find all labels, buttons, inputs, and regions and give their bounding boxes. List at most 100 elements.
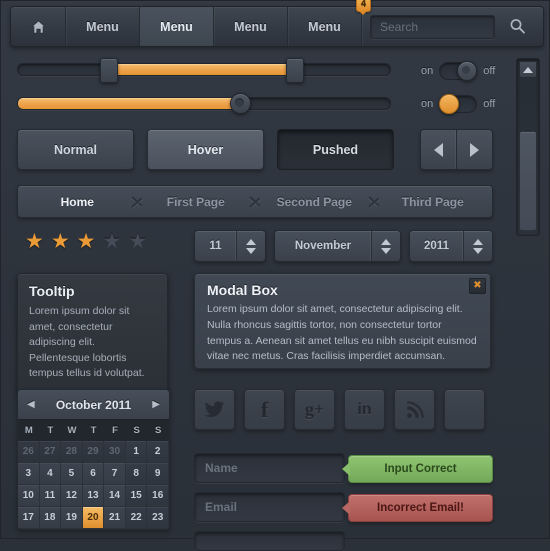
search-button[interactable] (495, 18, 539, 35)
vertical-scrollbar[interactable] (516, 58, 540, 236)
search-input[interactable]: Search (370, 14, 495, 39)
calendar-day[interactable]: 18 (39, 507, 62, 529)
linkedin-button[interactable]: in (344, 389, 385, 430)
toggle-2-knob[interactable] (439, 94, 460, 114)
calendar-day[interactable]: 28 (61, 441, 83, 463)
breadcrumb-item-first-page[interactable]: First Page (137, 186, 256, 217)
hover-button[interactable]: Hover (147, 129, 264, 170)
breadcrumb-item-home[interactable]: Home (18, 186, 137, 217)
nav-menu-3[interactable]: Menu (214, 7, 288, 46)
year-stepper-arrows[interactable] (463, 231, 492, 261)
breadcrumb-third-label: Third Page (401, 194, 464, 209)
nav-menu-1[interactable]: Menu (66, 7, 140, 46)
day-stepper-arrows[interactable] (236, 231, 265, 261)
social-buttons: f g+ in (194, 389, 485, 430)
pushed-button[interactable]: Pushed (277, 129, 394, 170)
triangle-down-icon[interactable] (473, 247, 483, 254)
home-icon (30, 20, 46, 33)
calendar-day[interactable]: 7 (104, 463, 126, 485)
triangle-down-icon[interactable] (381, 247, 391, 254)
calendar-day-selected[interactable]: 20 (82, 507, 105, 529)
calendar-day[interactable]: 17 (18, 507, 40, 529)
star-3[interactable]: ★ (77, 231, 96, 252)
toggle-1-control[interactable] (439, 61, 478, 81)
next-button[interactable] (456, 130, 492, 169)
month-stepper-arrows[interactable] (371, 231, 400, 261)
calendar-day[interactable]: 10 (18, 485, 40, 507)
home-button[interactable] (11, 7, 66, 46)
day-stepper[interactable]: 11 (194, 230, 266, 262)
star-5[interactable]: ★ (128, 231, 147, 252)
star-rating[interactable]: ★ ★ ★ ★ ★ (25, 231, 147, 252)
calendar-day[interactable]: 14 (104, 485, 126, 507)
calendar-day[interactable]: 13 (82, 485, 105, 507)
calendar-day[interactable]: 12 (61, 485, 83, 507)
calendar-day[interactable]: 11 (39, 485, 62, 507)
error-message-label: Incorrect Email! (377, 502, 464, 514)
calendar-day[interactable]: 2 (147, 441, 169, 463)
third-input[interactable] (194, 531, 345, 551)
scrollbar-thumb[interactable] (519, 131, 537, 231)
calendar-day[interactable]: 22 (125, 507, 148, 529)
blank-button[interactable] (444, 389, 485, 430)
modal-body: Lorem ipsum dolor sit amet, consectetur … (207, 303, 477, 363)
nav-menu-4[interactable]: Menu 4 (288, 0, 371, 46)
previous-button[interactable] (421, 130, 456, 169)
calendar-day[interactable]: 29 (82, 441, 105, 463)
scrollbar-up-button[interactable] (519, 61, 537, 78)
rss-button[interactable] (394, 389, 435, 430)
modal-close-button[interactable]: ✖ (469, 278, 486, 294)
year-stepper[interactable]: 2011 (409, 230, 493, 262)
breadcrumb-item-second-page[interactable]: Second Page (255, 186, 374, 217)
triangle-down-icon[interactable] (246, 247, 256, 254)
calendar-prev-button[interactable]: ◀ (27, 399, 35, 410)
star-2[interactable]: ★ (51, 231, 70, 252)
star-1[interactable]: ★ (25, 231, 44, 252)
facebook-button[interactable]: f (244, 389, 285, 430)
month-stepper[interactable]: November (274, 230, 401, 262)
range-slider-handle-start[interactable] (99, 58, 118, 83)
googleplus-button[interactable]: g+ (294, 389, 335, 430)
triangle-up-icon[interactable] (381, 238, 391, 245)
value-slider-handle[interactable] (230, 93, 252, 114)
value-slider-track[interactable] (17, 93, 391, 114)
calendar-day[interactable]: 27 (39, 441, 62, 463)
toggle-switch-1[interactable]: on off (421, 61, 495, 81)
calendar-day[interactable]: 16 (147, 485, 169, 507)
value-slider[interactable] (17, 93, 391, 114)
calendar-day[interactable]: 8 (125, 463, 148, 485)
calendar-day[interactable]: 4 (39, 463, 62, 485)
toggle-switch-2[interactable]: on off (421, 94, 495, 114)
calendar-day[interactable]: 26 (18, 441, 40, 463)
breadcrumb-first-label: First Page (166, 194, 225, 209)
calendar-day[interactable]: 30 (104, 441, 126, 463)
range-slider-handle-end[interactable] (285, 58, 304, 83)
triangle-up-icon[interactable] (246, 238, 256, 245)
calendar-day[interactable]: 5 (61, 463, 83, 485)
star-4[interactable]: ★ (102, 231, 121, 252)
search-icon (510, 19, 525, 34)
email-input[interactable]: Email (194, 492, 345, 522)
calendar-day[interactable]: 3 (18, 463, 40, 485)
toggle-1-knob[interactable] (457, 61, 478, 81)
name-input[interactable]: Name (194, 453, 345, 483)
calendar-day[interactable]: 21 (104, 507, 126, 529)
breadcrumb-item-third-page[interactable]: Third Page (374, 186, 493, 217)
breadcrumb: Home First Page Second Page Third Page (17, 185, 493, 218)
triangle-up-icon[interactable] (473, 238, 483, 245)
calendar-day[interactable]: 6 (82, 463, 105, 485)
arrow-left-icon (434, 142, 443, 157)
normal-button[interactable]: Normal (17, 129, 134, 170)
calendar-day[interactable]: 19 (61, 507, 83, 529)
toggle-2-control[interactable] (439, 94, 478, 114)
dow-wed: W (67, 425, 77, 436)
range-slider-track[interactable] (17, 58, 391, 83)
range-slider[interactable] (17, 58, 391, 83)
twitter-button[interactable] (194, 389, 235, 430)
calendar-day[interactable]: 23 (147, 507, 169, 529)
calendar-next-button[interactable]: ▶ (152, 399, 160, 410)
calendar-day[interactable]: 9 (147, 463, 169, 485)
calendar-day[interactable]: 1 (125, 441, 148, 463)
nav-menu-2[interactable]: Menu (140, 7, 214, 46)
calendar-day[interactable]: 15 (125, 485, 148, 507)
